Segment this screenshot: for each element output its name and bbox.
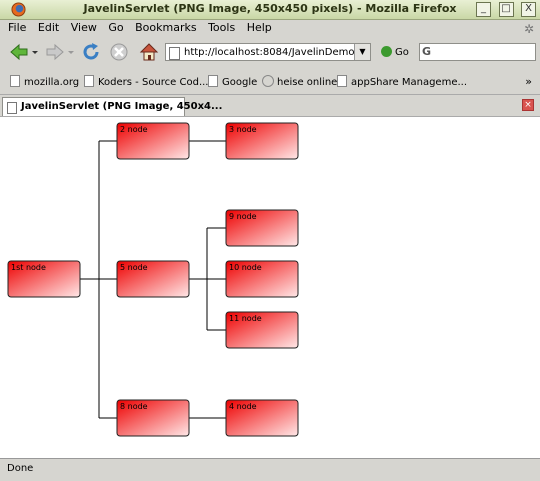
go-label: Go <box>395 47 409 58</box>
node-tree-diagram: 2 node 3 node 9 node 1st node 5 node 10 node 1… <box>7 122 299 437</box>
minimize-button[interactable]: _ <box>476 2 491 17</box>
url-dropdown-button[interactable]: ▼ <box>354 44 370 60</box>
node-label: 8 node <box>120 402 148 411</box>
tree-node-11: 11 node <box>225 311 299 349</box>
node-label: 1st node <box>11 263 46 272</box>
page-content: 2 node 3 node 9 node 1st node 5 node 10 node 1… <box>0 116 540 459</box>
go-button[interactable]: Go <box>381 45 409 60</box>
node-label: 3 node <box>229 125 257 134</box>
throbber-icon: ✲ <box>523 22 534 36</box>
page-icon <box>7 102 17 114</box>
reload-icon[interactable] <box>80 41 102 63</box>
forward-history-dropdown-icon[interactable] <box>66 41 76 63</box>
page-icon <box>10 75 20 87</box>
tree-node-2: 2 node <box>116 122 190 160</box>
node-label: 2 node <box>120 125 148 134</box>
bookmark-heise[interactable]: heise online <box>262 75 337 90</box>
forward-arrow-icon[interactable] <box>44 41 66 63</box>
tab-label: JavelinServlet (PNG Image, 450x4... <box>21 101 223 112</box>
page-icon <box>337 75 347 87</box>
node-label: 11 node <box>229 314 262 323</box>
bookmarks-overflow-button[interactable]: » <box>525 75 532 88</box>
home-icon[interactable] <box>138 41 160 63</box>
tree-node-3: 3 node <box>225 122 299 160</box>
bookmark-mozilla[interactable]: mozilla.org <box>10 75 79 90</box>
status-text: Done <box>7 463 34 474</box>
menu-bookmarks[interactable]: Bookmarks <box>135 20 196 36</box>
tree-node-8: 8 node <box>116 399 190 437</box>
bookmarks-toolbar: mozilla.org Koders - Source Cod... Googl… <box>0 72 540 92</box>
tree-nodes: 2 node 3 node 9 node 1st node 5 node 10 node 1… <box>7 122 299 437</box>
node-label: 4 node <box>229 402 257 411</box>
page-icon <box>208 75 218 87</box>
bookmark-label: mozilla.org <box>24 77 80 88</box>
back-history-dropdown-icon[interactable] <box>30 41 40 63</box>
bookmark-label: appShare Manageme... <box>351 77 468 88</box>
bookmark-label: Google <box>222 77 258 88</box>
menu-file[interactable]: File <box>8 20 26 36</box>
node-label: 5 node <box>120 263 148 272</box>
menu-edit[interactable]: Edit <box>38 20 59 36</box>
bookmark-google[interactable]: Google <box>208 75 257 90</box>
bookmark-label: Koders - Source Cod... <box>98 77 209 88</box>
title-bar: JavelinServlet (PNG Image, 450x450 pixel… <box>0 0 540 20</box>
menu-bar: File Edit View Go Bookmarks Tools Help ✲ <box>0 20 540 36</box>
tab-strip: JavelinServlet (PNG Image, 450x4... <box>0 94 540 117</box>
node-label: 10 node <box>229 263 262 272</box>
tree-node-4: 4 node <box>225 399 299 437</box>
google-search-icon: G <box>422 45 432 58</box>
back-arrow-icon[interactable] <box>8 41 30 63</box>
search-input[interactable]: G <box>419 43 536 61</box>
url-input[interactable] <box>184 45 354 59</box>
tree-node-9: 9 node <box>225 209 299 247</box>
close-tab-icon[interactable]: × <box>522 99 534 111</box>
globe-icon <box>262 75 274 87</box>
tree-node-5: 5 node <box>116 260 190 298</box>
bookmark-label: heise online <box>277 77 338 88</box>
menu-view[interactable]: View <box>71 20 97 36</box>
window-title: JavelinServlet (PNG Image, 450x450 pixel… <box>83 2 457 15</box>
page-icon <box>84 75 94 87</box>
node-label: 9 node <box>229 212 257 221</box>
tree-node-1: 1st node <box>7 260 81 298</box>
bookmark-appshare[interactable]: appShare Manageme... <box>337 75 467 90</box>
menu-tools[interactable]: Tools <box>208 20 235 36</box>
go-icon <box>381 46 392 57</box>
bookmark-koders[interactable]: Koders - Source Cod... <box>84 75 208 90</box>
stop-icon[interactable] <box>108 41 130 63</box>
maximize-button[interactable]: □ <box>498 2 514 17</box>
status-bar: Done <box>0 458 540 481</box>
address-bar[interactable]: ▼ <box>165 43 371 61</box>
tab-javelinservlet[interactable]: JavelinServlet (PNG Image, 450x4... <box>2 97 222 116</box>
close-button[interactable]: X <box>521 2 536 17</box>
tree-node-10: 10 node <box>225 260 299 298</box>
menu-go[interactable]: Go <box>108 20 123 36</box>
page-icon <box>169 47 180 60</box>
menu-help[interactable]: Help <box>247 20 272 36</box>
